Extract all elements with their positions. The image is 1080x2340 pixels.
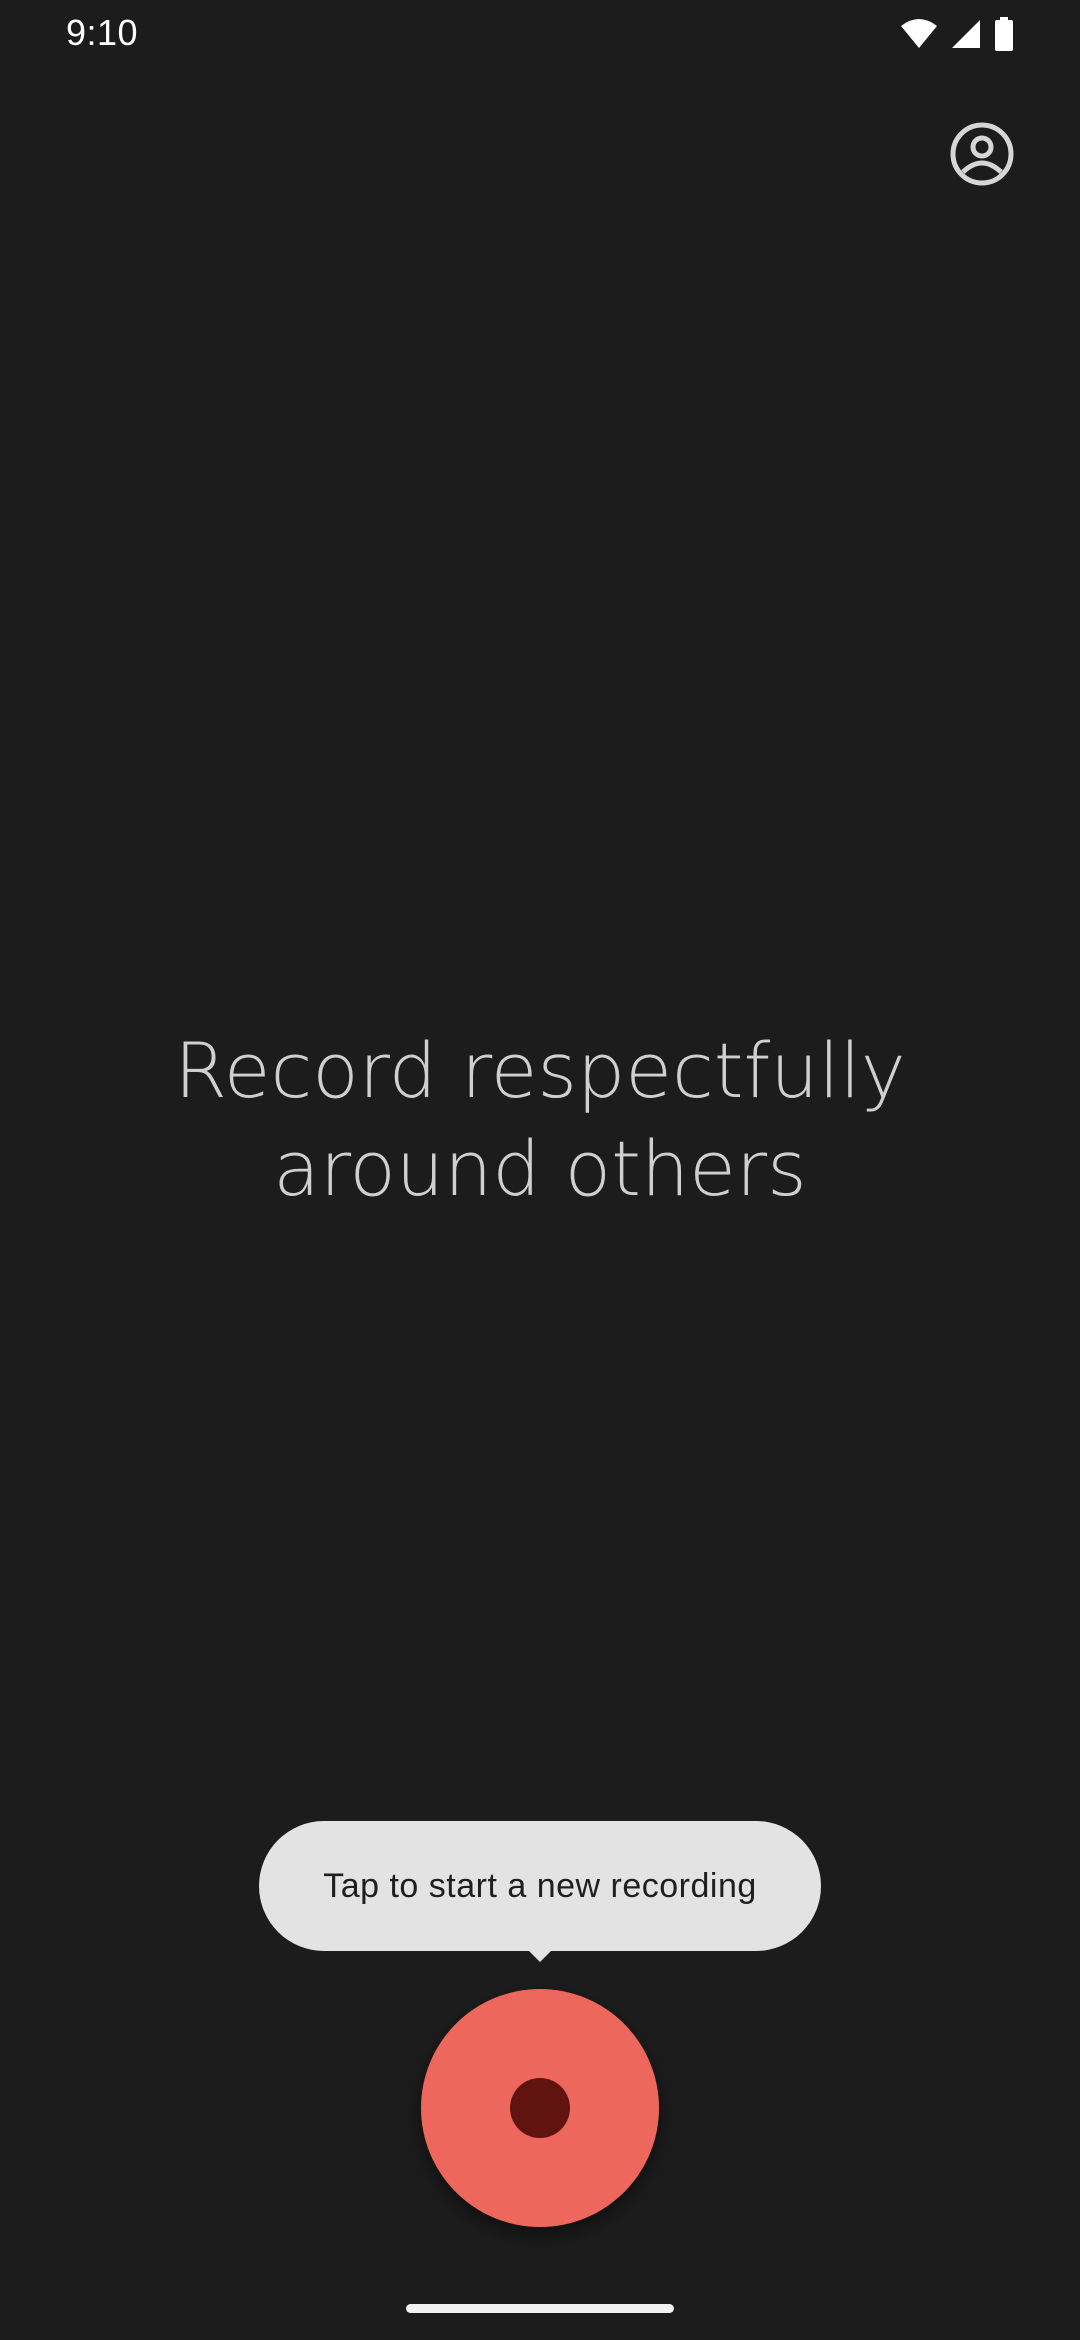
wifi-icon [900, 18, 938, 50]
gesture-navigation-bar[interactable] [406, 2304, 674, 2313]
account-circle-icon [949, 121, 1015, 192]
page-title: Record respectfully around others [174, 1026, 906, 1213]
tooltip-text: Tap to start a new recording [323, 1866, 757, 1905]
record-dot-icon [510, 2078, 570, 2138]
status-icons [900, 16, 1014, 52]
status-bar: 9:10 [0, 0, 1080, 70]
account-button[interactable] [946, 120, 1018, 192]
tooltip-arrow [527, 1949, 553, 1962]
battery-icon [994, 17, 1014, 51]
recorder-screen: 9:10 Record respectfully around others T… [0, 0, 1080, 2340]
status-time: 9:10 [66, 12, 139, 53]
start-recording-tooltip: Tap to start a new recording [259, 1821, 821, 1951]
record-button[interactable] [421, 1989, 659, 2227]
cellular-signal-icon [950, 18, 982, 50]
